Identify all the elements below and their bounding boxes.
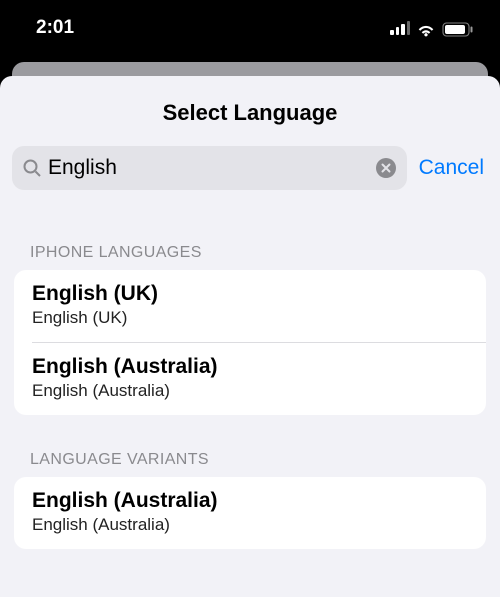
modal-sheet: Select Language Cancel IPHONE LANGUAGES … — [0, 76, 500, 597]
search-row: Cancel — [0, 146, 500, 190]
cancel-button[interactable]: Cancel — [415, 156, 488, 180]
list-item[interactable]: English (UK) English (UK) — [14, 270, 486, 342]
search-bar[interactable] — [12, 146, 407, 190]
language-secondary: English (Australia) — [32, 381, 468, 401]
clear-search-icon[interactable] — [375, 157, 397, 179]
cellular-signal-icon — [390, 21, 410, 35]
group-language-variants: English (Australia) English (Australia) — [14, 477, 486, 549]
list-item[interactable]: English (Australia) English (Australia) — [32, 342, 486, 415]
battery-icon — [442, 21, 474, 36]
language-primary: English (Australia) — [32, 355, 468, 379]
language-secondary: English (Australia) — [32, 515, 468, 535]
status-time: 2:01 — [36, 17, 74, 39]
section-header-iphone-languages: IPHONE LANGUAGES — [0, 244, 500, 270]
page-title: Select Language — [0, 76, 500, 146]
language-primary: English (Australia) — [32, 489, 468, 513]
search-icon — [22, 158, 42, 178]
status-right — [390, 21, 474, 36]
list-item[interactable]: English (Australia) English (Australia) — [14, 477, 486, 549]
section-header-language-variants: LANGUAGE VARIANTS — [0, 451, 500, 477]
language-secondary: English (UK) — [32, 308, 468, 328]
wifi-icon — [416, 21, 436, 35]
status-bar: 2:01 — [0, 0, 500, 56]
group-iphone-languages: English (UK) English (UK) English (Austr… — [14, 270, 486, 415]
search-input[interactable] — [48, 156, 369, 180]
language-primary: English (UK) — [32, 282, 468, 306]
